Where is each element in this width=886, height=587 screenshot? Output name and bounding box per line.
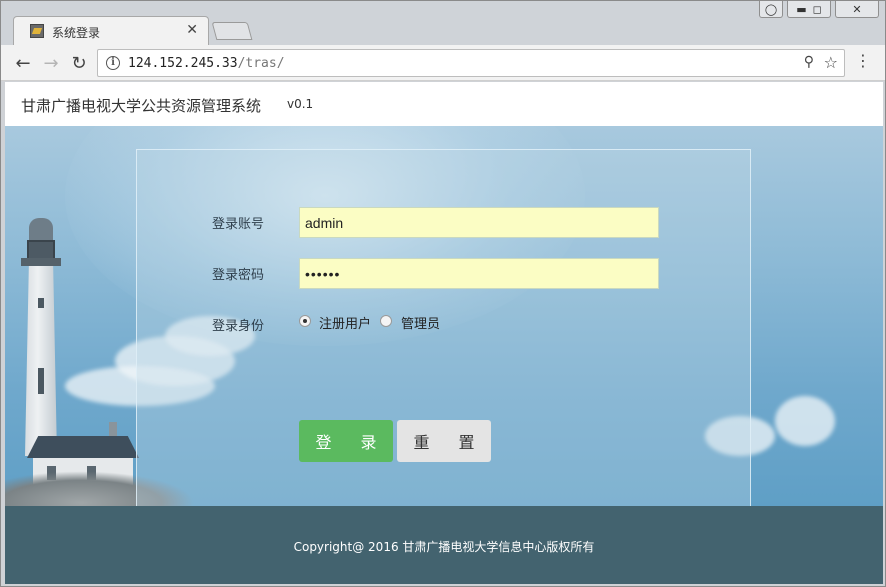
reload-icon[interactable]: ↻ — [67, 51, 91, 75]
radio-label-registered-user[interactable]: 注册用户 — [319, 313, 371, 332]
url-text[interactable]: 124.152.245.33/tras/ — [128, 56, 285, 71]
password-label: 登录密码 — [212, 268, 265, 283]
url-host: 124.152.245.33 — [128, 56, 238, 71]
browser-menu-icon[interactable]: ⋮ — [855, 53, 871, 69]
minimize-maximize-group: ▬ ◻ — [787, 1, 831, 18]
copyright-text: Copyright@ 2016 甘肃广播电视大学信息中心版权所有 — [293, 540, 595, 554]
login-button[interactable]: 登 录 — [299, 420, 393, 462]
profile-icon[interactable]: ◯ — [759, 1, 783, 18]
browser-tab[interactable]: 系统登录 ✕ — [13, 16, 209, 46]
tab-title: 系统登录 — [52, 26, 101, 40]
site-info-icon[interactable]: i — [106, 56, 120, 70]
site-title: 甘肃广播电视大学公共资源管理系统 — [21, 97, 262, 115]
browser-toolbar: ← → ↻ i 124.152.245.33/tras/ ⚲ ☆ ⋮ — [1, 45, 885, 81]
window-controls: ◯ ▬ ◻ ✕ — [759, 1, 879, 18]
reset-button[interactable]: 重 置 — [397, 420, 491, 462]
address-bar[interactable]: i 124.152.245.33/tras/ ⚲ ☆ — [97, 49, 845, 77]
favicon-icon — [30, 24, 44, 38]
version-label: v0.1 — [287, 97, 314, 111]
tab-close-icon[interactable]: ✕ — [186, 22, 198, 38]
close-window-icon[interactable]: ✕ — [835, 1, 879, 18]
browser-titlebar: 系统登录 ✕ ◯ ▬ ◻ ✕ — [1, 1, 885, 46]
forward-icon[interactable]: → — [39, 51, 63, 75]
web-page: 甘肃广播电视大学公共资源管理系统 v0.1 登录账号 admin 登录密码 ••… — [5, 82, 883, 584]
site-header: 甘肃广播电视大学公共资源管理系统 v0.1 — [5, 82, 883, 126]
lighthouse-image — [21, 218, 61, 456]
new-tab-button[interactable] — [211, 22, 253, 40]
role-label: 登录身份 — [212, 319, 265, 334]
maximize-icon[interactable]: ◻ — [813, 3, 822, 16]
account-input[interactable]: admin — [299, 207, 659, 238]
key-icon[interactable]: ⚲ — [804, 54, 814, 70]
site-footer: Copyright@ 2016 甘肃广播电视大学信息中心版权所有 — [5, 506, 883, 584]
minimize-icon[interactable]: ▬ — [796, 3, 806, 16]
url-path: /tras/ — [237, 56, 285, 71]
browser-window: 系统登录 ✕ ◯ ▬ ◻ ✕ ← → ↻ i 124.152.245.33/tr… — [0, 0, 886, 587]
back-icon[interactable]: ← — [11, 51, 35, 75]
bookmark-star-icon[interactable]: ☆ — [824, 53, 838, 72]
login-panel: 登录账号 admin 登录密码 •••••• 登录身份 注册用户 管理员 登 录… — [136, 149, 751, 506]
cloud-image — [775, 396, 835, 446]
account-label: 登录账号 — [212, 217, 265, 232]
radio-label-admin[interactable]: 管理员 — [401, 313, 440, 332]
radio-admin[interactable] — [380, 315, 392, 327]
radio-registered-user[interactable] — [299, 315, 311, 327]
login-hero-background: 登录账号 admin 登录密码 •••••• 登录身份 注册用户 管理员 登 录… — [5, 126, 883, 506]
password-input[interactable]: •••••• — [299, 258, 659, 289]
